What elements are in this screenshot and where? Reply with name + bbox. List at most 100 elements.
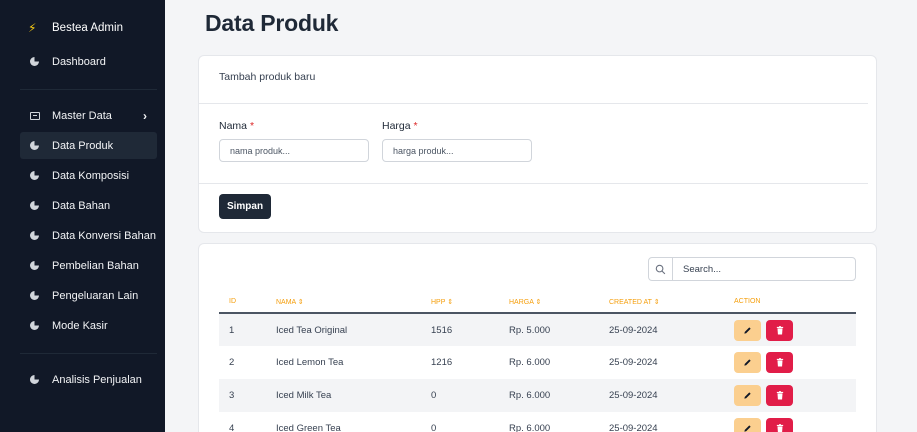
add-product-card: Tambah produk baru Nama * Harga * Simpan [198,55,877,233]
required-mark: * [413,120,418,132]
column-header-action: ACTION [734,291,856,314]
cell-created-at: 25-09-2024 [609,313,734,346]
cell-nama: Iced Milk Tea [276,379,431,412]
table-row: 1 Iced Tea Original 1516 Rp. 5.000 25-09… [219,313,856,346]
column-header-id: ID [219,291,276,314]
edit-button[interactable] [734,352,761,373]
harga-label: Harga * [382,120,418,132]
save-button[interactable]: Simpan [219,194,271,219]
sidebar-item-label: Mode Kasir [52,319,108,332]
cell-created-at: 25-09-2024 [609,423,658,432]
pencil-icon [744,425,751,432]
cell-nama: Iced Tea Original [276,313,431,346]
cell-id: 1 [219,313,276,346]
cell-hpp: 1216 [431,357,453,368]
form-title: Tambah produk baru [199,56,868,104]
page-title: Data Produk [205,10,339,36]
nama-label: Nama * [219,120,255,132]
search-icon [649,258,673,280]
sidebar-item-label: Data Produk [52,139,114,152]
sidebar-item-master-data[interactable]: Master Data › [20,102,157,129]
edit-button[interactable] [734,418,761,432]
cell-nama: Iced Green Tea [276,423,341,432]
pie-chart-icon [30,291,52,300]
pie-chart-icon [30,375,52,384]
table-row: 4 Iced Green Tea 0 Rp. 6.000 25-09-2024 [219,412,856,432]
harga-field: Harga * [382,120,545,183]
sidebar-divider [20,89,157,90]
form-fields: Nama * Harga * [199,104,868,184]
pencil-icon [744,392,751,399]
column-header-created-at[interactable]: CREATED AT ⇕ [609,291,734,314]
sidebar-item-label: Data Bahan [52,199,111,212]
pencil-icon [744,326,751,334]
cell-harga: Rp. 5.000 [509,313,609,346]
chevron-right-icon: › [143,108,147,123]
required-mark: * [249,120,255,132]
table-icon [30,111,52,120]
trash-icon [776,424,783,432]
cell-created-at: 25-09-2024 [609,379,734,412]
sidebar-item-dashboard[interactable]: Dashboard [20,48,157,75]
search-box [648,257,856,281]
sidebar-item-label: Dashboard [52,55,106,68]
sidebar-item-label: Data Komposisi [52,169,130,182]
cell-id: 3 [219,379,276,412]
nama-field: Nama * [219,120,382,183]
cell-harga: Rp. 6.000 [509,423,551,432]
sidebar-item-label: Analisis Penjualan [52,373,142,386]
pie-chart-icon [30,261,52,270]
sidebar-item-label: Master Data [52,109,112,122]
delete-button[interactable] [766,319,793,341]
harga-input[interactable] [382,139,532,162]
cell-harga: Rp. 6.000 [509,357,551,368]
pie-chart-icon [30,171,52,180]
delete-button[interactable] [766,352,793,373]
pencil-icon [744,359,751,366]
table-row: 3 Iced Milk Tea 0 Rp. 6.000 25-09-2024 [219,379,856,412]
table-row: 2 Iced Lemon Tea 1216 Rp. 6.000 25-09-20… [219,346,856,379]
nama-input[interactable] [219,139,369,162]
cell-action [734,346,856,379]
pie-chart-icon [30,201,52,210]
cell-action [734,412,856,432]
trash-icon [776,325,783,335]
brand[interactable]: ⚡︎ Bestea Admin [0,8,165,48]
product-table-card: ID NAMA ⇕ HPP ⇕ HARGA ⇕ CREATED AT ⇕ ACT… [198,243,877,432]
sidebar-item-data-bahan[interactable]: Data Bahan [20,192,157,219]
search-input[interactable] [673,263,843,275]
sidebar-item-label: Data Konversi Bahan [52,229,156,242]
sidebar-item-analisis-penjualan[interactable]: Analisis Penjualan [20,366,157,393]
sidebar-item-pembelian-bahan[interactable]: Pembelian Bahan [20,252,157,279]
sidebar-item-data-komposisi[interactable]: Data Komposisi [20,162,157,189]
cell-harga: Rp. 6.000 [509,379,609,412]
sidebar: ⚡︎ Bestea Admin Dashboard Master Data › … [0,0,165,432]
sidebar-divider [20,353,157,354]
delete-button[interactable] [766,385,793,406]
pie-chart-icon [30,231,52,240]
table-header-row: ID NAMA ⇕ HPP ⇕ HARGA ⇕ CREATED AT ⇕ ACT… [219,291,856,314]
brand-name: Bestea Admin [52,22,123,34]
delete-button[interactable] [766,418,793,432]
cell-id: 4 [229,423,235,432]
cell-action [734,379,856,412]
column-header-nama[interactable]: NAMA ⇕ [276,291,431,314]
trash-icon [776,358,783,367]
cell-hpp: 0 [431,423,437,432]
pie-chart-icon [30,321,52,330]
cell-id: 2 [229,357,235,368]
cell-created-at: 25-09-2024 [609,357,658,368]
cell-hpp: 1516 [431,313,509,346]
edit-button[interactable] [734,385,761,406]
sidebar-item-data-produk[interactable]: Data Produk [20,132,157,159]
sidebar-item-data-konversi-bahan[interactable]: Data Konversi Bahan [20,222,157,249]
pie-chart-icon [30,57,52,66]
cell-hpp: 0 [431,379,509,412]
cell-action [734,313,856,346]
sidebar-item-pengeluaran-lain[interactable]: Pengeluaran Lain [20,282,157,309]
column-header-hpp[interactable]: HPP ⇕ [431,291,509,314]
sidebar-item-mode-kasir[interactable]: Mode Kasir [20,312,157,339]
product-table: ID NAMA ⇕ HPP ⇕ HARGA ⇕ CREATED AT ⇕ ACT… [219,291,856,432]
column-header-harga[interactable]: HARGA ⇕ [509,291,609,314]
edit-button[interactable] [734,319,761,341]
